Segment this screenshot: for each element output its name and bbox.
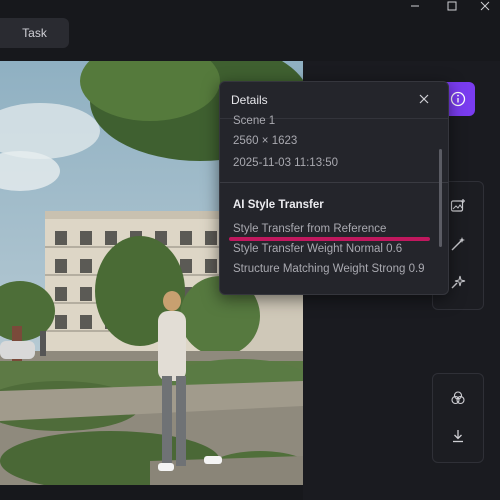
- highlight-underline: [229, 237, 430, 241]
- info-icon: [450, 91, 466, 107]
- title-bar: [0, 0, 500, 14]
- details-scrollbar[interactable]: [439, 149, 442, 247]
- scene-label: Scene 1: [233, 115, 276, 127]
- details-title: Details: [231, 93, 268, 107]
- close-details-button[interactable]: [417, 92, 431, 106]
- close-icon: [419, 94, 429, 104]
- minimize-icon[interactable]: [405, 0, 425, 12]
- details-panel: Details Scene 1 2560 × 1623 2025-11-03 1…: [219, 81, 449, 295]
- download-icon[interactable]: [448, 426, 468, 446]
- sparkle-pin-icon[interactable]: [448, 272, 468, 292]
- timestamp-label: 2025-11-03 11:13:50: [233, 157, 339, 169]
- image-add-icon[interactable]: [448, 196, 468, 216]
- details-body[interactable]: Scene 1 2560 × 1623 2025-11-03 11:13:50 …: [220, 115, 448, 294]
- layers-icon[interactable]: [448, 388, 468, 408]
- tab-task[interactable]: Task: [0, 18, 69, 48]
- style-weight-row: Style Transfer Weight Normal 0.6: [233, 243, 403, 255]
- structure-weight-row: Structure Matching Weight Strong 0.9: [233, 263, 425, 275]
- style-transfer-row: Style Transfer from Reference: [233, 223, 387, 235]
- maximize-icon[interactable]: [442, 0, 462, 12]
- magic-wand-icon[interactable]: [448, 234, 468, 254]
- tab-task-label: Task: [22, 26, 47, 40]
- close-icon[interactable]: [475, 0, 495, 12]
- ai-style-transfer-title: AI Style Transfer: [233, 199, 324, 211]
- resolution-label: 2560 × 1623: [233, 135, 298, 147]
- bottom-strip: [0, 485, 303, 500]
- output-toolbar: [432, 373, 484, 463]
- details-divider: [220, 182, 448, 183]
- details-header: Details: [220, 82, 448, 118]
